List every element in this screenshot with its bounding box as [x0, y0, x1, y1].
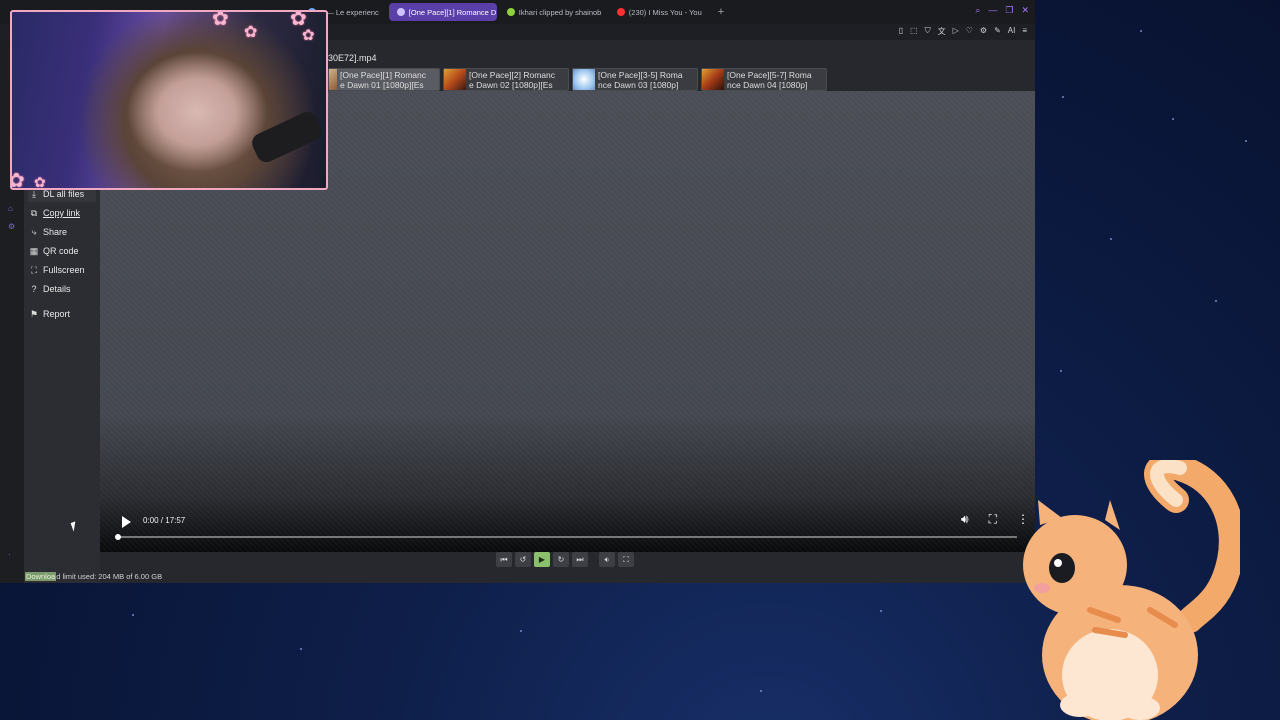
playlist-thumbnail — [329, 69, 337, 90]
help-icon: ? — [31, 284, 37, 294]
menu-label: Copy link — [43, 208, 81, 218]
share-icon: ⤷ — [31, 226, 37, 237]
rewind-icon[interactable]: ↺ — [515, 552, 531, 567]
menu-label: QR code — [43, 246, 79, 256]
window-controls: ⌕ — ❐ ✕ — [975, 5, 1029, 16]
ai-button[interactable]: AI — [1008, 26, 1016, 37]
playlist-strip: [One Pace][1] Romanc e Dawn 01 [1080p][Es… — [328, 68, 827, 91]
close-icon[interactable]: ✕ — [1021, 5, 1029, 16]
qr-code-button[interactable]: ▦ QR code — [28, 243, 96, 259]
playlist-thumbnail — [444, 69, 466, 90]
pen-icon[interactable]: ✎ — [994, 26, 1001, 37]
play-icon[interactable] — [122, 516, 131, 528]
cherry-blossom-icon: ✿ — [302, 27, 315, 44]
video-filename: 30E72].mp4 — [328, 53, 377, 63]
menu-label: Details — [43, 284, 71, 294]
tab-favicon — [616, 8, 625, 16]
report-button[interactable]: ⚑ Report — [28, 306, 96, 322]
playlist-item[interactable]: [One Pace][2] Romanc e Dawn 02 [1080p][Es — [443, 68, 569, 91]
cherry-blossom-icon: ✿ — [212, 10, 229, 30]
tab-label: Ikhari clipped by shainob — [518, 7, 602, 17]
download-limit-text: d limit used: 204 MB of 6.00 GB — [56, 572, 163, 581]
playlist-title: [One Pace][1] Romanc e Dawn 01 [1080p][Es — [340, 69, 426, 90]
copy-icon: ⧉ — [30, 207, 38, 218]
cherry-blossom-icon: ✿ — [12, 168, 25, 188]
extension-icon[interactable]: ⚙ — [980, 26, 987, 37]
player-button-row: ⏮ ↺ ▶ ↻ ⏭ 🔉︎ ⛶ — [496, 552, 634, 567]
playlist-thumbnail — [702, 69, 724, 90]
flag-icon: ⚑ — [29, 308, 39, 319]
playlist-item[interactable]: [One Pace][1] Romanc e Dawn 01 [1080p][Es — [328, 68, 440, 91]
playlist-title: [One Pace][5-7] Roma nce Dawn 04 [1080p] — [727, 69, 812, 90]
menu-icon[interactable]: ≡ — [1022, 26, 1027, 37]
tab-ikhari-clip[interactable]: Ikhari clipped by shainob — [499, 3, 607, 21]
play-icon[interactable]: ▷ — [953, 26, 959, 37]
fullscreen-icon: ⛶ — [30, 264, 38, 275]
download-limit-highlight: Downloa — [25, 572, 57, 581]
volume-icon[interactable]: 🔊︎ — [961, 512, 969, 527]
heart-icon[interactable]: ♡ — [966, 26, 973, 37]
share-button[interactable]: ⤷ Share — [28, 224, 96, 240]
cat-sticker — [1023, 460, 1240, 720]
qr-icon: ▦ — [29, 245, 39, 256]
time-display: 0:00 / 17:57 — [143, 516, 186, 525]
shield-icon[interactable]: ⛉ — [925, 26, 931, 37]
microphone — [248, 108, 326, 166]
playlist-title: [One Pace][3-5] Roma nce Dawn 03 [1080p] — [598, 69, 683, 90]
fullscreen-button[interactable]: ⛶ Fullscreen — [28, 262, 96, 278]
tab-label: (230) I Miss You - You — [628, 7, 702, 17]
screenshot-icon[interactable]: ⬚ — [910, 26, 918, 37]
file-actions-menu: ⤓ DL all files ⧉ Copy link ⤷ Share ▦ QR … — [24, 186, 100, 583]
copy-link-button[interactable]: ⧉ Copy link — [28, 205, 96, 221]
webcam-overlay: ✿ ✿ ✿ ✿ ✿ ✿ — [10, 10, 328, 190]
menu-label: DL all files — [43, 189, 85, 199]
details-button[interactable]: ? Details — [28, 281, 96, 297]
menu-label: Fullscreen — [43, 265, 85, 275]
sidebar-more-icon[interactable]: · — [8, 550, 11, 559]
play-button[interactable]: ▶ — [534, 552, 550, 567]
menu-label: Report — [43, 309, 71, 319]
tab-label: e — Le experienc — [320, 7, 379, 17]
search-icon[interactable]: ⌕ — [975, 5, 980, 16]
tab-favicon — [506, 8, 515, 16]
cherry-blossom-icon: ✿ — [34, 174, 46, 190]
playlist-item[interactable]: [One Pace][3-5] Roma nce Dawn 03 [1080p] — [572, 68, 698, 91]
bookmark-icon[interactable]: ▯ — [899, 26, 903, 37]
cherry-blossom-icon: ✿ — [244, 24, 258, 41]
settings-icon[interactable]: ⚙ — [8, 222, 15, 231]
forward-icon[interactable]: ↻ — [553, 552, 569, 567]
progress-knob[interactable] — [115, 534, 121, 540]
playlist-item[interactable]: [One Pace][5-7] Roma nce Dawn 04 [1080p] — [701, 68, 827, 91]
volume-icon[interactable]: 🔉︎ — [599, 552, 615, 567]
toolbar-icons: ▯ ⬚ ⛉ 文 ▷ ♡ ⚙ ✎ AI ≡ — [899, 26, 1027, 37]
menu-label: Share — [43, 227, 68, 237]
tab-favicon — [396, 8, 405, 16]
playlist-thumbnail — [573, 69, 595, 90]
playlist-title: [One Pace][2] Romanc e Dawn 02 [1080p][Es — [469, 69, 555, 90]
previous-icon[interactable]: ⏮ — [496, 552, 512, 567]
tab-youtube[interactable]: (230) I Miss You - You — [609, 3, 710, 21]
video-controls: 0:00 / 17:57 🔊︎ ⛶ ⋮ — [100, 498, 1035, 552]
tab-label: [One Pace][1] Romance D — [408, 7, 497, 17]
fullscreen-icon[interactable]: ⛶ — [618, 552, 634, 567]
download-limit-status: Download limit used: 204 MB of 6.00 GB — [25, 572, 162, 581]
translate-icon[interactable]: 文 — [938, 26, 946, 37]
fullscreen-icon[interactable]: ⛶ — [989, 512, 997, 527]
minimize-icon[interactable]: — — [988, 5, 997, 16]
download-icon: ⤓ — [32, 188, 36, 199]
tab-one-pace[interactable]: [One Pace][1] Romance D — [388, 3, 497, 21]
home-icon[interactable]: ⌂ — [8, 204, 13, 213]
next-icon[interactable]: ⏭ — [572, 552, 588, 567]
restore-icon[interactable]: ❐ — [1005, 5, 1013, 16]
new-tab-button[interactable]: + — [718, 6, 724, 18]
progress-bar[interactable] — [115, 534, 1017, 540]
